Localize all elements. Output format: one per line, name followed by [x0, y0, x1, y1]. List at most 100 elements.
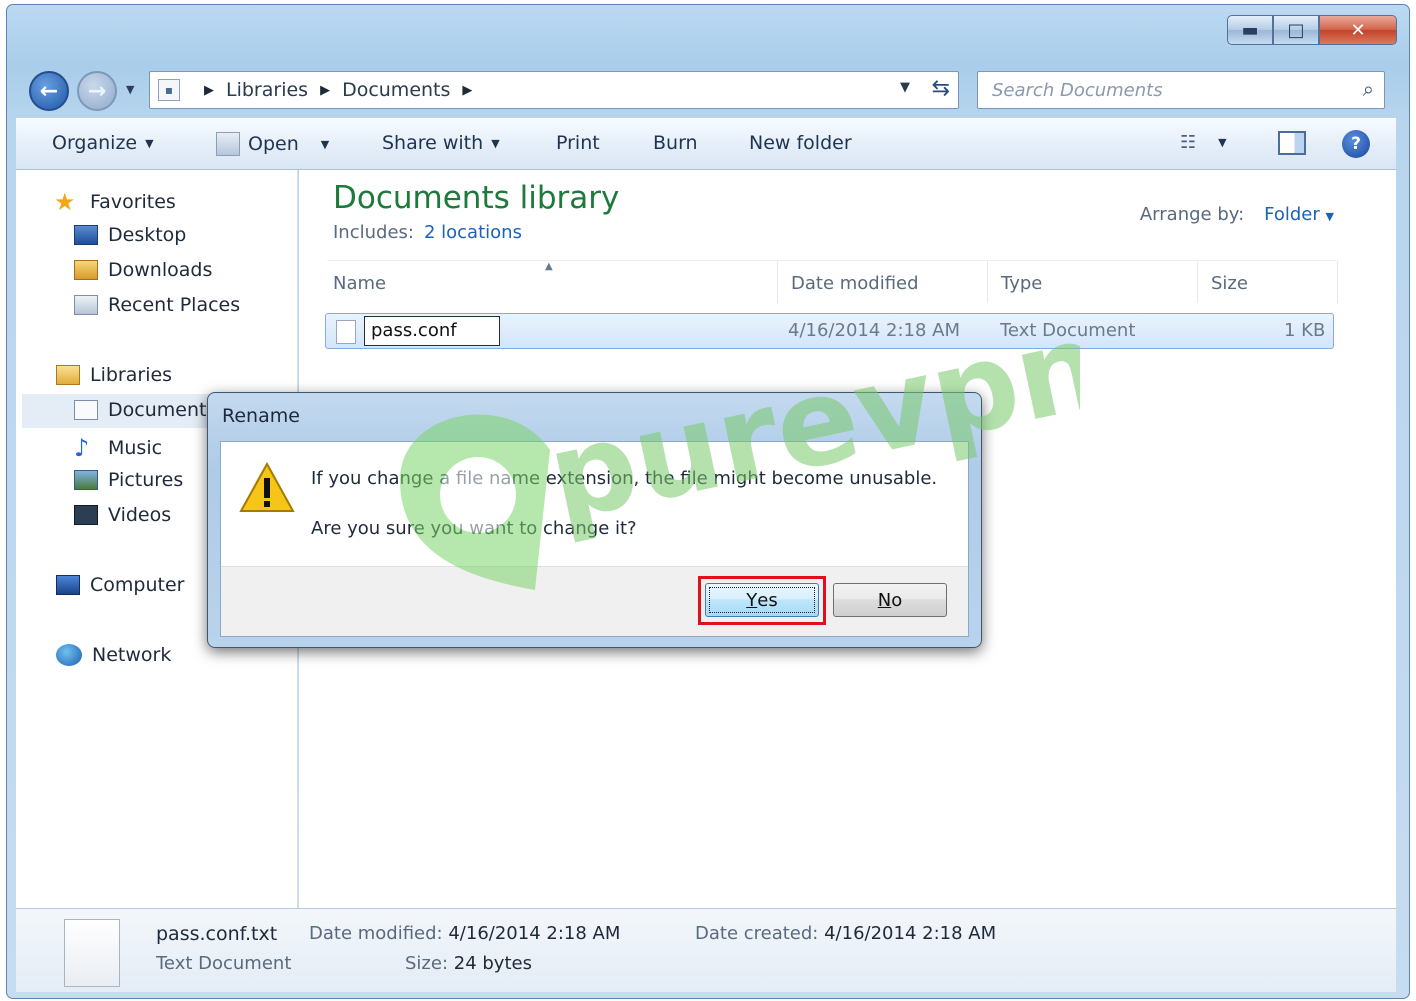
column-divider[interactable] — [777, 261, 778, 303]
open-button[interactable]: Open ▼ — [216, 132, 329, 156]
search-input[interactable]: Search Documents ⌕ — [977, 71, 1385, 109]
address-bar[interactable]: ▪ ▶ Libraries ▶ Documents ▶ ▼ ⇆ — [149, 71, 959, 109]
new-folder-button[interactable]: New folder — [749, 132, 852, 154]
forward-button[interactable]: → — [77, 71, 117, 111]
documents-icon — [74, 400, 98, 420]
text-file-icon — [336, 320, 356, 344]
change-view-button[interactable]: ☷ ▼ — [1180, 132, 1227, 153]
nav-label: Music — [108, 437, 163, 459]
nav-label: Desktop — [108, 224, 187, 246]
text-file-icon — [64, 919, 120, 987]
burn-button[interactable]: Burn — [653, 132, 698, 154]
nav-item-libraries[interactable]: Libraries — [56, 364, 172, 386]
arrange-value: Folder — [1264, 204, 1320, 225]
organize-menu[interactable]: Organize ▼ — [52, 132, 154, 154]
nav-label: Videos — [108, 504, 172, 526]
details-date-modified: Date modified: 4/16/2014 2:18 AM — [309, 923, 620, 944]
yes-label: es — [757, 589, 778, 611]
column-type[interactable]: Type — [1001, 273, 1042, 294]
libraries-icon — [56, 365, 80, 385]
nav-item-favorites[interactable]: ★ Favorites — [54, 188, 176, 216]
arrange-by-dropdown[interactable]: Folder ▼ — [1264, 204, 1334, 225]
column-date-modified[interactable]: Date modified — [791, 273, 919, 294]
column-divider[interactable] — [1337, 261, 1338, 303]
command-bar: Organize ▼ Open ▼ Share with ▼ Print Burn … — [16, 118, 1396, 170]
search-placeholder: Search Documents — [992, 79, 1163, 101]
dialog-body: If you change a file name extension, the… — [220, 441, 969, 637]
no-label: o — [891, 589, 903, 611]
dialog-message-warning: If you change a file name extension, the… — [311, 468, 938, 489]
details-view-icon: ☷ — [1180, 132, 1197, 153]
downloads-icon — [74, 260, 98, 280]
library-includes: Includes: 2 locations — [333, 222, 522, 243]
preview-pane-icon — [1278, 131, 1306, 155]
nav-item-documents[interactable]: Document — [74, 399, 206, 421]
preview-pane-button[interactable] — [1278, 131, 1306, 155]
help-button[interactable]: ? — [1342, 130, 1370, 158]
sort-ascending-icon: ▲ — [545, 261, 553, 272]
no-accelerator: N — [877, 589, 892, 611]
forward-arrow-icon: → — [87, 78, 107, 104]
breadcrumb-separator-icon[interactable]: ▶ — [204, 83, 214, 98]
desktop-icon — [74, 225, 98, 245]
nav-item-music[interactable]: ♪ Music — [74, 434, 162, 462]
rename-dialog: Rename If you change a file name extensi… — [207, 392, 982, 648]
nav-item-videos[interactable]: Videos — [74, 504, 171, 526]
minimize-button[interactable]: ▬ — [1227, 15, 1273, 45]
chevron-down-icon[interactable]: ▼ — [1218, 136, 1226, 149]
file-row[interactable]: pass.conf 4/16/2014 2:18 AM Text Documen… — [325, 313, 1334, 349]
dialog-message-question: Are you sure you want to change it? — [311, 518, 637, 539]
nav-label: Recent Places — [108, 294, 241, 316]
nav-item-pictures[interactable]: Pictures — [74, 469, 183, 491]
nav-label: Libraries — [90, 364, 173, 386]
detail-value: 24 bytes — [453, 953, 532, 974]
refresh-icon[interactable]: ⇆ — [932, 76, 950, 101]
recent-pages-dropdown[interactable]: ▼ — [126, 83, 134, 96]
column-header: ▲ Name Date modified Type Size — [327, 260, 1338, 303]
recent-places-icon — [74, 295, 98, 315]
rename-input[interactable]: pass.conf — [364, 316, 500, 346]
column-divider[interactable] — [987, 261, 988, 303]
locations-link[interactable]: 2 locations — [424, 222, 522, 243]
nav-item-network[interactable]: Network — [56, 644, 171, 666]
caption-buttons: ▬ □ ✕ — [1227, 15, 1397, 45]
maximize-button[interactable]: □ — [1273, 15, 1319, 45]
detail-label: Size: — [405, 953, 449, 974]
close-button[interactable]: ✕ — [1319, 15, 1397, 45]
breadcrumb-documents[interactable]: Documents — [342, 79, 450, 101]
arrange-by: Arrange by: Folder ▼ — [1140, 204, 1334, 225]
column-divider[interactable] — [1197, 261, 1198, 303]
help-icon: ? — [1342, 130, 1370, 158]
no-button[interactable]: No — [833, 583, 947, 617]
address-dropdown-icon[interactable]: ▼ — [900, 80, 910, 95]
details-date-created: Date created: 4/16/2014 2:18 AM — [695, 923, 996, 944]
nav-item-desktop[interactable]: Desktop — [74, 224, 186, 246]
breadcrumb-separator-icon[interactable]: ▶ — [462, 83, 472, 98]
music-note-icon: ♪ — [74, 434, 90, 462]
column-size[interactable]: Size — [1211, 273, 1248, 294]
computer-icon — [56, 575, 80, 595]
dialog-title: Rename — [222, 405, 300, 427]
details-file-type: Text Document — [156, 953, 292, 974]
nav-label: Downloads — [108, 259, 213, 281]
nav-item-downloads[interactable]: Downloads — [74, 259, 212, 281]
detail-value: 4/16/2014 2:18 AM — [448, 923, 621, 944]
share-with-menu[interactable]: Share with ▼ — [382, 132, 500, 154]
breadcrumb-libraries[interactable]: Libraries — [226, 79, 308, 101]
nav-item-computer[interactable]: Computer — [56, 574, 184, 596]
breadcrumb-separator-icon[interactable]: ▶ — [320, 83, 330, 98]
details-file-name: pass.conf.txt — [156, 923, 278, 945]
back-button[interactable]: ← — [29, 71, 69, 111]
dialog-footer: Yes No — [221, 566, 968, 636]
network-icon — [56, 644, 82, 666]
column-name[interactable]: Name — [333, 273, 386, 294]
navigation-row: ← → ▼ ▪ ▶ Libraries ▶ Documents ▶ ▼ ⇆ Se… — [25, 67, 1391, 113]
nav-item-recent-places[interactable]: Recent Places — [74, 294, 240, 316]
search-icon[interactable]: ⌕ — [1363, 77, 1374, 101]
file-type: Text Document — [1000, 320, 1136, 341]
chevron-down-icon[interactable]: ▼ — [321, 138, 329, 151]
file-date-modified: 4/16/2014 2:18 AM — [788, 320, 961, 341]
print-button[interactable]: Print — [556, 132, 600, 154]
detail-value: 4/16/2014 2:18 AM — [824, 923, 997, 944]
yes-button[interactable]: Yes — [705, 583, 819, 617]
